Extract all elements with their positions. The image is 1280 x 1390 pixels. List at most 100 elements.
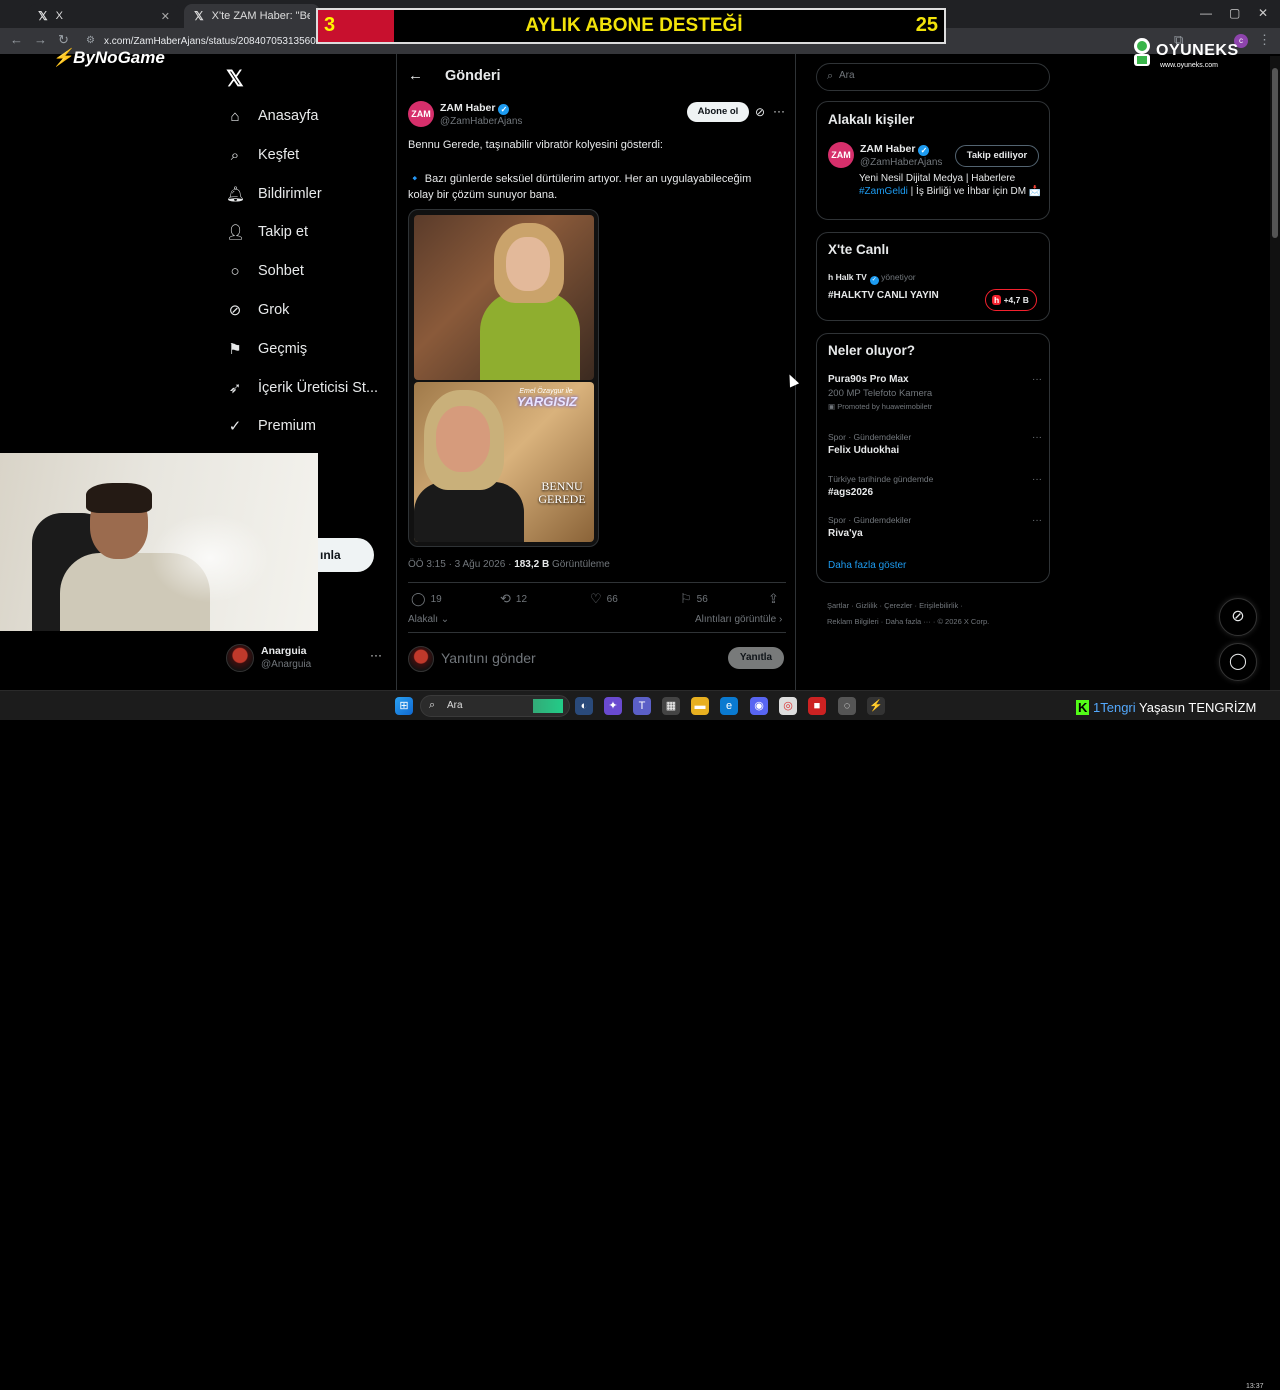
account-switcher[interactable]: Anarguia @Anarguia ··· bbox=[226, 642, 386, 676]
browser-tab-2[interactable]: 𝕏 X'te ZAM Haber: "Bennu G bbox=[184, 4, 320, 28]
subscribe-button[interactable]: Abone ol bbox=[687, 102, 749, 122]
taskbar-clock[interactable]: 13:37 bbox=[1246, 1383, 1264, 1390]
trend-item[interactable]: Spor · Gündemdekiler Riva'ya ··· bbox=[828, 515, 1042, 539]
reply-button[interactable]: Yanıtla bbox=[728, 647, 784, 669]
sidebar-item-chat[interactable]: ○ Sohbet bbox=[226, 256, 304, 286]
live-stream-title[interactable]: #HALKTV CANLI YAYIN bbox=[828, 290, 939, 301]
copilot-icon[interactable]: ✦ bbox=[604, 697, 622, 715]
sidebar-item-explore[interactable]: ⌕ Keşfet bbox=[226, 140, 299, 170]
trend-item[interactable]: Pura90s Pro Max 200 MP Telefoto Kamera ▣… bbox=[828, 374, 1042, 411]
sidebar-item-creator-studio[interactable]: ➶ İçerik Üreticisi St... bbox=[226, 373, 378, 403]
sort-dropdown[interactable]: Alakalı ⌄ bbox=[408, 614, 449, 625]
store-icon[interactable]: ▦ bbox=[662, 697, 680, 715]
more-options-icon[interactable]: ··· bbox=[773, 104, 785, 118]
more-options-icon[interactable]: ··· bbox=[1032, 432, 1042, 443]
grok-explain-icon[interactable]: ⊘ bbox=[755, 105, 765, 119]
live-avatar-icon: h bbox=[992, 295, 1002, 305]
x-favicon-icon: 𝕏 bbox=[194, 9, 204, 23]
teams-icon[interactable]: T bbox=[633, 697, 651, 715]
discord-icon[interactable]: ◉ bbox=[750, 697, 768, 715]
bio-text: Yeni Nesil Dijital Medya | Haberlere bbox=[859, 173, 1016, 184]
reply-input[interactable] bbox=[441, 650, 691, 666]
sidebar-item-notifications[interactable]: 🔔︎ Bildirimler bbox=[226, 179, 322, 209]
verified-icon: ✓ bbox=[228, 418, 242, 435]
banner-title: AYLIK ABONE DESTEĞİ bbox=[525, 15, 743, 36]
author-handle[interactable]: @ZamHaberAjans bbox=[440, 116, 522, 127]
trend-name: #ags2026 bbox=[828, 487, 874, 498]
reload-icon[interactable]: ↻ bbox=[58, 32, 69, 48]
maximize-icon[interactable]: ▢ bbox=[1229, 6, 1240, 20]
sidebar-item-label: Sohbet bbox=[258, 263, 304, 279]
close-icon[interactable]: ✕ bbox=[161, 10, 170, 23]
minimize-icon[interactable]: — bbox=[1200, 6, 1212, 20]
windows-start-icon[interactable]: ⊞ bbox=[395, 697, 413, 715]
obs-icon[interactable]: ◌ bbox=[838, 697, 856, 715]
chrome-icon[interactable]: ◎ bbox=[779, 697, 797, 715]
browser-tab-1[interactable]: 𝕏 X ✕ bbox=[28, 4, 180, 28]
media-image-bottom[interactable]: Emel Özaygur ile YARGISIZ BENNU GEREDE bbox=[414, 382, 594, 542]
home-icon: ⌂ bbox=[230, 107, 240, 125]
footer-links[interactable]: Şartlar · Gizlilik · Çerezler · Erişileb… bbox=[827, 598, 1047, 630]
sidebar-item-home[interactable]: ⌂ Anasayfa bbox=[226, 101, 318, 131]
media-image-top[interactable] bbox=[414, 215, 594, 380]
edge-icon[interactable]: e bbox=[720, 697, 738, 715]
panel-title: X'te Canlı bbox=[828, 242, 889, 257]
footer-line[interactable]: Şartlar · Gizlilik · Çerezler · Erişileb… bbox=[827, 598, 1047, 614]
messages-fab-icon[interactable]: ◯ bbox=[1219, 643, 1257, 681]
app-icon[interactable]: ⚡ bbox=[867, 697, 885, 715]
scrollbar[interactable] bbox=[1270, 56, 1280, 690]
taskbar-search-label: Ara bbox=[447, 700, 463, 711]
back-icon[interactable]: ← bbox=[10, 32, 23, 47]
sidebar-item-label: Anasayfa bbox=[258, 108, 319, 124]
repost-icon: ⟲ bbox=[500, 591, 511, 606]
show-more-link[interactable]: Daha fazla göster bbox=[828, 560, 906, 571]
sidebar-item-grok[interactable]: ⊘ Grok bbox=[226, 295, 290, 325]
following-button[interactable]: Takip ediliyor bbox=[955, 145, 1039, 167]
close-window-icon[interactable]: ✕ bbox=[1258, 6, 1268, 20]
live-listeners-badge[interactable]: h +4,7 B bbox=[985, 289, 1037, 311]
bookmark-count: 56 bbox=[696, 593, 708, 605]
more-options-icon[interactable]: ··· bbox=[1032, 515, 1042, 526]
back-arrow-icon[interactable]: ← bbox=[408, 67, 423, 84]
forward-icon[interactable]: → bbox=[34, 32, 47, 47]
live-host[interactable]: h Halk TV ✓ yönetiyor bbox=[828, 272, 916, 285]
related-avatar[interactable]: ZAM bbox=[828, 142, 854, 168]
tweet-text-line2: 🔹 Bazı günlerde seksüel dürtülerim artıy… bbox=[408, 173, 752, 201]
x-logo-icon[interactable]: 𝕏 bbox=[226, 66, 244, 92]
trend-name: Riva'ya bbox=[828, 528, 863, 539]
trend-item[interactable]: Spor · Gündemdekiler Felix Uduokhai ··· bbox=[828, 432, 1042, 456]
trend-name: Pura90s Pro Max bbox=[828, 374, 909, 385]
more-options-icon[interactable]: ··· bbox=[1032, 374, 1042, 385]
grok-fab-icon[interactable]: ⊘ bbox=[1219, 598, 1257, 636]
sidebar-item-bookmarks[interactable]: ⚑ Geçmiş bbox=[226, 334, 307, 364]
repost-action[interactable]: ⟲ 12 bbox=[500, 591, 527, 607]
sidebar-item-premium[interactable]: ✓ Premium bbox=[226, 411, 316, 441]
address-bar[interactable]: x.com/ZamHaberAjans/status/2084070531356… bbox=[104, 36, 324, 47]
scroll-thumb[interactable] bbox=[1272, 68, 1278, 238]
related-handle[interactable]: @ZamHaberAjans bbox=[860, 157, 942, 168]
avatar bbox=[226, 644, 254, 672]
bookmark-action[interactable]: ⚐ 56 bbox=[680, 591, 708, 607]
view-quotes-link[interactable]: Alıntıları görüntüle › bbox=[695, 614, 782, 625]
footer-line[interactable]: Reklam Bilgileri · Daha fazla ··· · © 20… bbox=[827, 614, 1047, 630]
menu-icon[interactable]: ⋮ bbox=[1258, 32, 1271, 48]
file-explorer-icon[interactable]: ▬ bbox=[691, 697, 709, 715]
site-info-icon[interactable]: ⚙ bbox=[86, 35, 95, 46]
taskbar-search[interactable]: ⌕ Ara bbox=[420, 695, 570, 717]
column-divider bbox=[795, 54, 796, 690]
more-options-icon[interactable]: ··· bbox=[1032, 474, 1042, 485]
author-avatar[interactable]: ZAM bbox=[408, 101, 434, 127]
share-action[interactable]: ⇪ bbox=[768, 591, 779, 607]
task-view-icon[interactable]: ◐ bbox=[575, 697, 593, 715]
related-name[interactable]: ZAM Haber ✓ bbox=[860, 143, 930, 156]
search-box[interactable]: ⌕ bbox=[816, 63, 1050, 91]
author-name[interactable]: ZAM Haber ✓ bbox=[440, 102, 510, 115]
reply-action[interactable]: ◯ 19 bbox=[411, 591, 442, 607]
trend-item[interactable]: Türkiye tarihinde gündemde #ags2026 ··· bbox=[828, 474, 1042, 498]
app-icon[interactable]: ■ bbox=[808, 697, 826, 715]
search-input[interactable] bbox=[839, 70, 1029, 81]
hashtag-link[interactable]: #ZamGeldi bbox=[859, 186, 908, 197]
tweet-media[interactable]: Emel Özaygur ile YARGISIZ BENNU GEREDE bbox=[408, 209, 599, 547]
sidebar-item-follow[interactable]: 👤︎ Takip et bbox=[226, 217, 308, 247]
like-action[interactable]: ♡ 66 bbox=[590, 591, 618, 607]
